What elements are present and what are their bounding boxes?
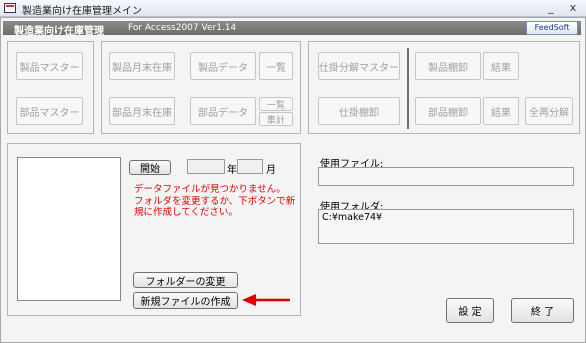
year-input[interactable] — [187, 159, 225, 174]
month-input[interactable] — [237, 159, 263, 174]
app-icon — [4, 3, 16, 13]
part-list-button[interactable]: 一覧 — [259, 97, 293, 111]
new-file-button[interactable]: 新規ファイルの作成 — [133, 292, 238, 309]
part-inventory-button[interactable]: 部品棚卸 — [415, 97, 481, 125]
part-master-button[interactable]: 部品マスター — [16, 97, 83, 125]
minimize-icon[interactable]: _ — [544, 1, 558, 14]
exit-button[interactable]: 終 了 — [511, 298, 574, 323]
part-total-button[interactable]: 集計 — [259, 112, 293, 126]
product-master-button[interactable]: 製品マスター — [16, 52, 83, 80]
feedsoft-button[interactable]: FeedSoft — [526, 21, 578, 35]
part-month-stock-button[interactable]: 部品月末在庫 — [109, 97, 175, 125]
window-title: 製造業向け在庫管理メイン — [22, 6, 142, 17]
wip-inventory-button[interactable]: 仕掛棚卸 — [318, 97, 400, 125]
part-result-button[interactable]: 結果 — [483, 97, 519, 125]
month-label: 月 — [266, 165, 276, 176]
part-data-button[interactable]: 部品データ — [190, 97, 256, 125]
year-label: 年 — [227, 165, 237, 176]
settings-button[interactable]: 設 定 — [446, 298, 494, 323]
app-version: For Access2007 Ver1.14 — [128, 23, 237, 33]
error-line-1: データファイルが見つかりません。 — [134, 184, 286, 195]
error-line-3: 規に作成してください。 — [134, 207, 238, 218]
app-title: 製造業向け在庫管理 — [14, 26, 104, 37]
product-result-button[interactable]: 結果 — [483, 52, 519, 80]
folder-field[interactable]: C:¥make74¥ — [318, 209, 574, 244]
full-recalc-button[interactable]: 全再分解 — [525, 97, 573, 125]
change-folder-button[interactable]: フォルダーの変更 — [133, 272, 238, 288]
product-list-button[interactable]: 一覧 — [259, 52, 293, 80]
arrow-icon — [242, 294, 290, 306]
error-message: データファイルが見つかりません。 フォルダを変更するか、下ボタンで新 規に作成し… — [134, 184, 295, 219]
product-data-button[interactable]: 製品データ — [190, 52, 256, 80]
group-divider — [407, 48, 409, 129]
file-field[interactable] — [318, 167, 574, 186]
close-icon[interactable]: x — [566, 1, 580, 14]
wip-master-button[interactable]: 仕掛分解マスター — [318, 52, 400, 80]
product-month-stock-button[interactable]: 製品月末在庫 — [109, 52, 175, 80]
error-line-2: フォルダを変更するか、下ボタンで新 — [134, 195, 296, 207]
product-inventory-button[interactable]: 製品棚卸 — [415, 52, 481, 80]
start-button[interactable]: 開始 — [129, 160, 171, 175]
file-listbox[interactable] — [17, 157, 121, 301]
